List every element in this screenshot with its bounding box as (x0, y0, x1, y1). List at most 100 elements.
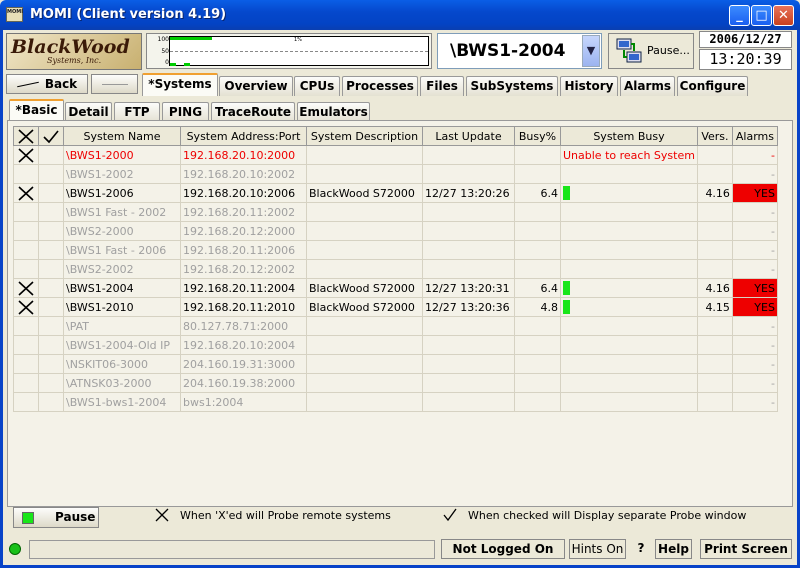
close-button[interactable]: ✕ (773, 5, 794, 26)
subtab-traceroute[interactable]: TraceRoute (211, 102, 295, 122)
probe-window-checkbox[interactable] (38, 373, 64, 393)
datetime-display: 2006/12/27 13:20:39 (699, 31, 792, 70)
probe-window-checkbox[interactable] (38, 240, 64, 260)
table-row[interactable]: \PAT 80.127.78.71:2000 - (13, 316, 778, 336)
pause-probe-button[interactable]: Pause... (608, 33, 694, 69)
table-row[interactable]: \BWS1-2002 192.168.20.10:2002 - (13, 164, 778, 184)
probe-x-toggle[interactable] (13, 297, 39, 317)
minimize-button[interactable]: _ (729, 5, 750, 26)
forward-button[interactable] (91, 74, 138, 94)
subtab-basic[interactable]: *Basic (9, 99, 64, 122)
probe-window-checkbox[interactable] (38, 316, 64, 336)
table-row[interactable]: \BWS1 Fast - 2006 192.168.20.11:2006 - (13, 240, 778, 260)
table-row[interactable]: \NSKIT06-3000 204.160.19.31:3000 - (13, 354, 778, 374)
probe-x-toggle[interactable] (13, 373, 39, 393)
back-button[interactable]: Back (6, 74, 88, 94)
subtab-emulators[interactable]: Emulators (297, 102, 370, 122)
table-row[interactable]: \BWS1-2004 192.168.20.11:2004 BlackWood S7… (13, 278, 778, 298)
table-row[interactable]: \BWS1 Fast - 2002 192.168.20.11:2002 - (13, 202, 778, 222)
chevron-down-icon[interactable]: ▼ (582, 35, 600, 67)
alarms-cell[interactable]: YES (731, 278, 778, 298)
table-row[interactable]: \ATNSK03-2000 204.160.19.38:2000 - (13, 373, 778, 393)
alarms-cell[interactable]: - (731, 240, 778, 260)
probe-window-checkbox[interactable] (38, 392, 64, 412)
hints-toggle-button[interactable]: Hints On (569, 539, 626, 559)
help-button[interactable]: Help (655, 539, 692, 559)
system-description-cell (306, 240, 423, 260)
alarms-cell[interactable]: - (731, 373, 778, 393)
probe-x-toggle[interactable] (13, 316, 39, 336)
tab-overview[interactable]: Overview (219, 76, 293, 96)
probe-window-checkbox[interactable] (38, 145, 64, 165)
probe-x-header[interactable] (13, 126, 39, 146)
tab-history[interactable]: History (560, 76, 618, 96)
table-row[interactable]: \BWS1-2006 192.168.20.10:2006 BlackWood S7… (13, 183, 778, 203)
table-row[interactable]: \BWS1-2010 192.168.20.11:2010 BlackWood S7… (13, 297, 778, 317)
probe-window-checkbox[interactable] (38, 164, 64, 184)
alarms-cell[interactable]: YES (731, 183, 778, 203)
col-last-update[interactable]: Last Update (422, 126, 515, 146)
help-question-icon[interactable]: ? (632, 539, 650, 559)
alarms-cell[interactable]: - (731, 202, 778, 222)
system-busy-cell (560, 335, 698, 355)
probe-window-checkbox[interactable] (38, 183, 64, 203)
probe-check-header[interactable] (38, 126, 64, 146)
alarms-cell[interactable]: - (731, 145, 778, 165)
last-update-cell (422, 354, 515, 374)
tab-files[interactable]: Files (420, 76, 464, 96)
table-row[interactable]: \BWS2-2000 192.168.20.12:2000 - (13, 221, 778, 241)
probe-x-toggle[interactable] (13, 278, 39, 298)
probe-window-checkbox[interactable] (38, 278, 64, 298)
probe-x-toggle[interactable] (13, 259, 39, 279)
probe-window-checkbox[interactable] (38, 202, 64, 222)
alarms-cell[interactable]: - (731, 354, 778, 374)
probe-x-toggle[interactable] (13, 335, 39, 355)
col-alarms[interactable]: Alarms (731, 126, 778, 146)
app-icon[interactable]: MOMI (6, 7, 23, 22)
alarms-cell[interactable]: - (731, 392, 778, 412)
subtab-ping[interactable]: PING (162, 102, 209, 122)
print-screen-button[interactable]: Print Screen (700, 539, 792, 559)
tab-subsystems[interactable]: SubSystems (466, 76, 558, 96)
maximize-button[interactable]: □ (751, 5, 772, 26)
col-system-address[interactable]: System Address:Port (180, 126, 307, 146)
probe-window-checkbox[interactable] (38, 297, 64, 317)
probe-x-toggle[interactable] (13, 202, 39, 222)
col-system-description[interactable]: System Description (306, 126, 423, 146)
alarms-cell[interactable]: YES (731, 297, 778, 317)
login-status-button[interactable]: Not Logged On (441, 539, 565, 559)
table-row[interactable]: \BWS1-2004-Old IP 192.168.20.10:2004 - (13, 335, 778, 355)
subtab-detail[interactable]: Detail (65, 102, 112, 122)
probe-x-toggle[interactable] (13, 392, 39, 412)
probe-x-toggle[interactable] (13, 354, 39, 374)
pause-button[interactable]: Pause (13, 507, 99, 528)
col-busy-percent[interactable]: Busy% (514, 126, 561, 146)
alarms-cell[interactable]: - (731, 335, 778, 355)
col-version[interactable]: Vers. (696, 126, 733, 146)
probe-window-checkbox[interactable] (38, 221, 64, 241)
probe-x-toggle[interactable] (13, 183, 39, 203)
tab-alarms[interactable]: Alarms (620, 76, 675, 96)
probe-x-toggle[interactable] (13, 145, 39, 165)
probe-window-checkbox[interactable] (38, 259, 64, 279)
table-row[interactable]: \BWS1-bws1-2004 bws1:2004 - (13, 392, 778, 412)
tab-processes[interactable]: Processes (342, 76, 418, 96)
tab-cpus[interactable]: CPUs (294, 76, 340, 96)
tab-systems[interactable]: *Systems (142, 73, 218, 96)
alarms-cell[interactable]: - (731, 164, 778, 184)
col-system-busy[interactable]: System Busy (560, 126, 698, 146)
system-selector[interactable]: \BWS1-2004 ▼ (437, 33, 602, 69)
probe-window-checkbox[interactable] (38, 335, 64, 355)
subtab-ftp[interactable]: FTP (114, 102, 160, 122)
probe-x-toggle[interactable] (13, 240, 39, 260)
table-row[interactable]: \BWS1-2000 192.168.20.10:2000 Unable to re… (13, 145, 778, 165)
col-system-name[interactable]: System Name (63, 126, 181, 146)
alarms-cell[interactable]: - (731, 221, 778, 241)
probe-x-toggle[interactable] (13, 221, 39, 241)
tab-configure[interactable]: Configure (677, 76, 748, 96)
alarms-cell[interactable]: - (731, 316, 778, 336)
table-row[interactable]: \BWS2-2002 192.168.20.12:2002 - (13, 259, 778, 279)
probe-x-toggle[interactable] (13, 164, 39, 184)
probe-window-checkbox[interactable] (38, 354, 64, 374)
alarms-cell[interactable]: - (731, 259, 778, 279)
